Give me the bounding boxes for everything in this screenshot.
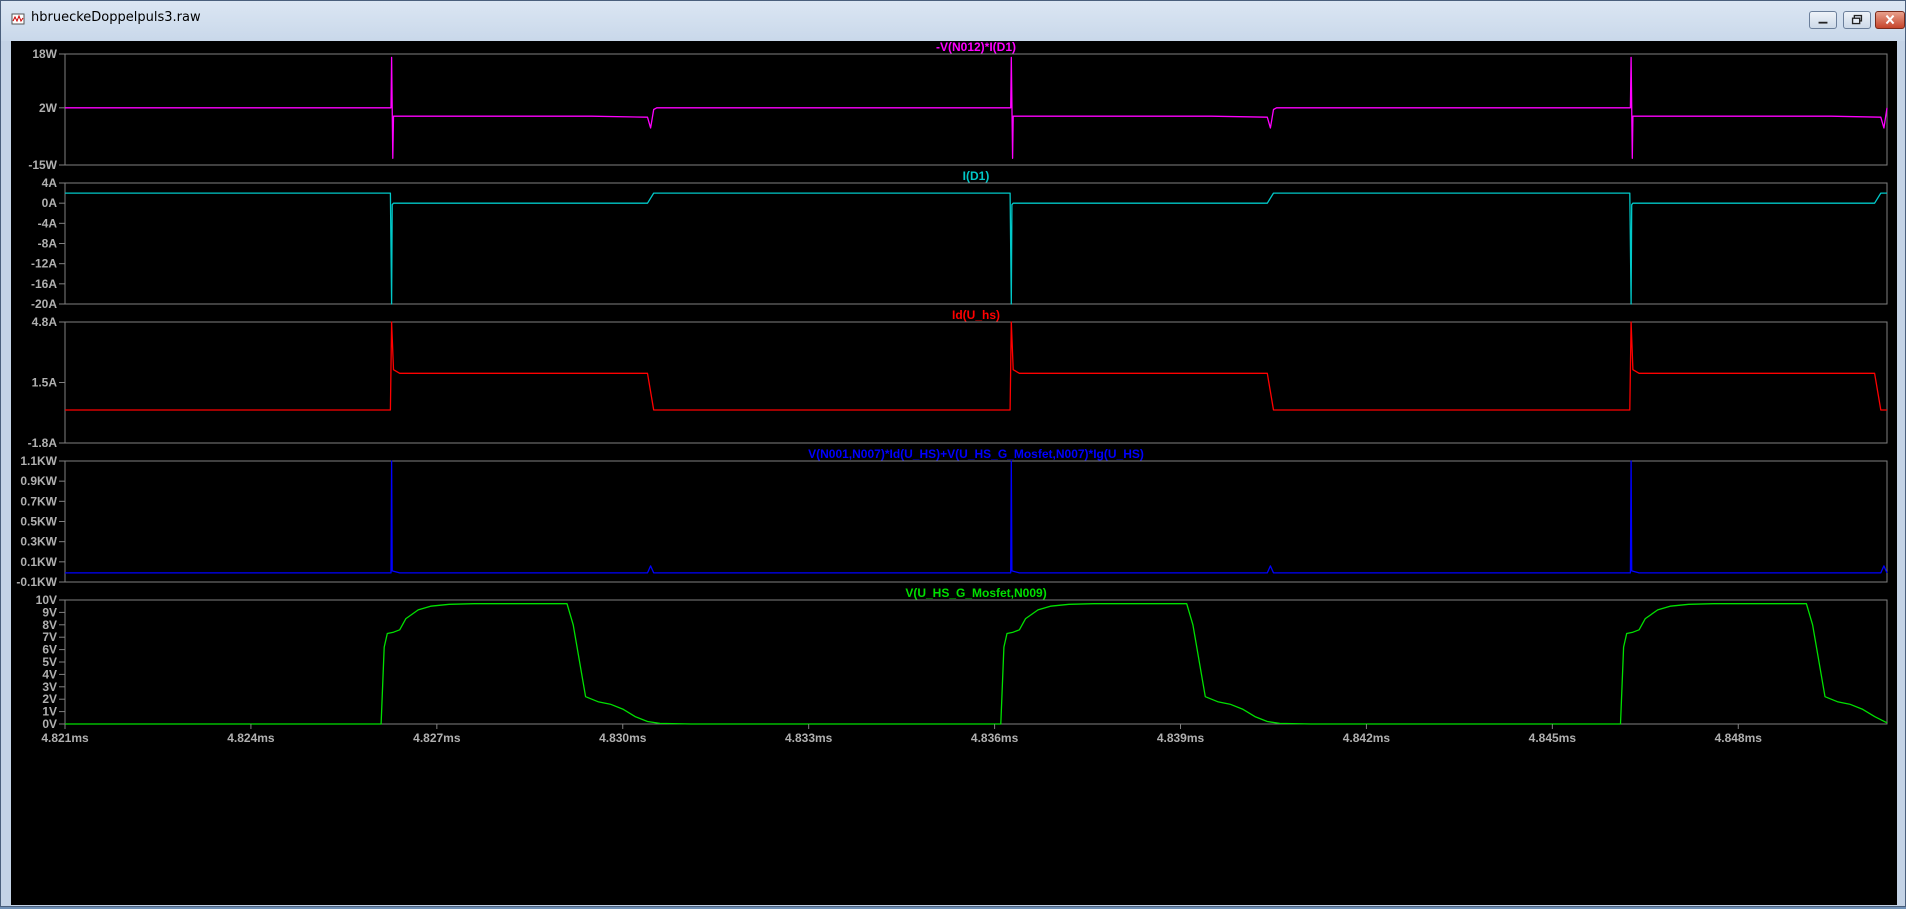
x-tick-label: 4.842ms <box>1343 731 1391 745</box>
x-tick-label: 4.824ms <box>227 731 275 745</box>
y-tick-label: 0.5KW <box>20 515 57 529</box>
pane-frame <box>64 460 1888 583</box>
y-tick-label: -16A <box>31 277 57 291</box>
waveform-plots[interactable]: 18W 2W -15W -V(N012)*I(D1) 4A 0A -4A -8A -12A -16… <box>11 40 1897 905</box>
waveform-viewer-window: hbrueckeDoppelpuls3.raw 18W 2W -15W -V(N012… <box>0 0 1906 907</box>
y-tick-label: -0.1KW <box>16 575 57 589</box>
trace-2[interactable] <box>65 192 1887 305</box>
restore-icon <box>1851 14 1863 25</box>
y-tick-label: 0A <box>42 196 58 210</box>
y-tick-label: -4A <box>38 216 58 230</box>
pane-frame <box>64 599 1888 725</box>
y-tick-label: -15W <box>28 158 57 172</box>
x-tick-label: 4.839ms <box>1157 731 1205 745</box>
x-tick-label: 4.836ms <box>971 731 1019 745</box>
window-title: hbrueckeDoppelpuls3.raw <box>31 10 201 25</box>
pane-frame <box>64 53 1888 166</box>
maximize-button[interactable] <box>1843 11 1871 29</box>
pane-title[interactable]: V(N001,N007)*Id(U_HS)+V(U_HS_G_Mosfet,N0… <box>808 447 1144 461</box>
y-tick-label: 0V <box>42 717 57 731</box>
y-tick-label: 1.5A <box>32 376 58 390</box>
x-tick-label: 4.848ms <box>1715 731 1763 745</box>
pane-frame <box>64 321 1888 444</box>
y-tick-label: -20A <box>31 297 57 311</box>
pane-title[interactable]: I(D1) <box>963 169 990 183</box>
y-tick-label: -1.8A <box>28 436 58 450</box>
plot-area[interactable]: 18W 2W -15W -V(N012)*I(D1) 4A 0A -4A -8A -12A -16… <box>11 40 1897 905</box>
app-icon <box>11 13 25 25</box>
trace-1[interactable] <box>65 56 1888 159</box>
y-tick-label: 2W <box>39 101 58 115</box>
y-tick-label: 4.8A <box>32 315 58 329</box>
y-tick-label: 0.7KW <box>20 494 57 508</box>
x-axis: 4.821ms 4.824ms 4.827ms 4.830ms 4.833ms 4.836… <box>41 724 1762 745</box>
y-tick-label: -8A <box>38 237 58 251</box>
trace-4[interactable] <box>65 460 1888 574</box>
y-tick-label: 4A <box>42 176 58 190</box>
y-tick-label: 18W <box>32 47 57 61</box>
x-tick-label: 4.833ms <box>785 731 833 745</box>
trace-3[interactable] <box>65 321 1887 411</box>
close-icon <box>1885 14 1895 25</box>
y-tick-label: 1.1KW <box>20 454 57 468</box>
plot-pane-4[interactable]: 1.1KW 0.9KW 0.7KW 0.5KW 0.3KW 0.1KW -0.1KW V(N0… <box>16 447 1888 589</box>
title-bar[interactable]: hbrueckeDoppelpuls3.raw <box>1 1 1905 41</box>
plot-pane-3[interactable]: 4.8A 1.5A -1.8A Id(U_hs) <box>28 308 1888 450</box>
y-tick-label: 0.1KW <box>20 555 57 569</box>
y-tick-label: -12A <box>31 257 57 271</box>
plot-pane-1[interactable]: 18W 2W -15W -V(N012)*I(D1) <box>28 40 1888 172</box>
x-tick-label: 4.827ms <box>413 731 461 745</box>
y-tick-label: 0.9KW <box>20 474 57 488</box>
x-tick-label: 4.830ms <box>599 731 647 745</box>
minimize-button[interactable] <box>1809 11 1837 29</box>
trace-5[interactable] <box>65 603 1888 725</box>
plot-pane-5[interactable]: 10V9V8V7V6V5V4V3V2V1V0VV(U_HS_G_Mosfet,N… <box>36 586 1888 731</box>
pane-frame <box>64 182 1888 305</box>
close-button[interactable] <box>1875 11 1905 29</box>
x-tick-label: 4.821ms <box>41 731 89 745</box>
minimize-icon <box>1818 21 1828 24</box>
x-tick-label: 4.845ms <box>1529 731 1577 745</box>
y-tick-label: 0.3KW <box>20 535 57 549</box>
pane-title[interactable]: Id(U_hs) <box>952 308 1000 322</box>
plot-pane-2[interactable]: 4A 0A -4A -8A -12A -16A -20A I(D1) <box>31 169 1888 311</box>
pane-title[interactable]: -V(N012)*I(D1) <box>936 40 1016 54</box>
pane-title[interactable]: V(U_HS_G_Mosfet,N009) <box>905 586 1046 600</box>
